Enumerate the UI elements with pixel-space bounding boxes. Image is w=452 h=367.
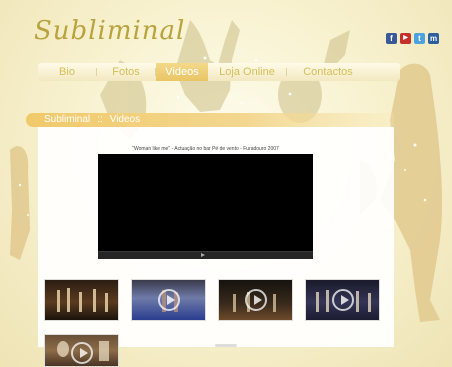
breadcrumb-separator: :: [97, 114, 103, 125]
youtube-icon[interactable]: ▶ [400, 33, 411, 44]
thumb-image [57, 288, 108, 312]
scroll-indicator[interactable] [215, 344, 237, 347]
facebook-icon[interactable]: f [386, 33, 397, 44]
video-thumb-3[interactable] [218, 279, 293, 321]
site-logo[interactable]: Subliminal [34, 16, 185, 46]
video-thumb-2[interactable] [131, 279, 206, 321]
video-caption: "Woman like me" - Actuação no bar Pé de … [132, 146, 279, 152]
nav-item-loja-online[interactable]: Loja Online [208, 66, 286, 78]
main-nav: Bio Fotos Videos Loja Online Contactos [38, 63, 400, 81]
social-links: f ▶ t m [386, 33, 439, 44]
play-circle-icon[interactable] [70, 342, 93, 364]
video-thumb-4[interactable] [305, 279, 380, 321]
nav-item-bio[interactable]: Bio [38, 66, 96, 78]
play-icon[interactable] [201, 253, 205, 257]
video-thumb-1[interactable] [44, 279, 119, 321]
myspace-icon[interactable]: m [428, 33, 439, 44]
video-controls-bar[interactable] [98, 251, 313, 259]
play-circle-icon[interactable] [157, 289, 180, 311]
breadcrumb-page: Videos [109, 114, 141, 125]
breadcrumb-site[interactable]: Subliminal [44, 114, 90, 125]
video-thumb-5[interactable] [44, 334, 119, 367]
twitter-icon[interactable]: t [414, 33, 425, 44]
nav-item-fotos[interactable]: Fotos [97, 66, 155, 78]
video-player[interactable] [98, 154, 313, 257]
nav-item-videos[interactable]: Videos [156, 63, 208, 81]
breadcrumb: Subliminal:: Videos [44, 114, 140, 125]
nav-item-contactos[interactable]: Contactos [287, 66, 369, 78]
play-circle-icon[interactable] [244, 289, 267, 311]
play-circle-icon[interactable] [331, 289, 354, 311]
